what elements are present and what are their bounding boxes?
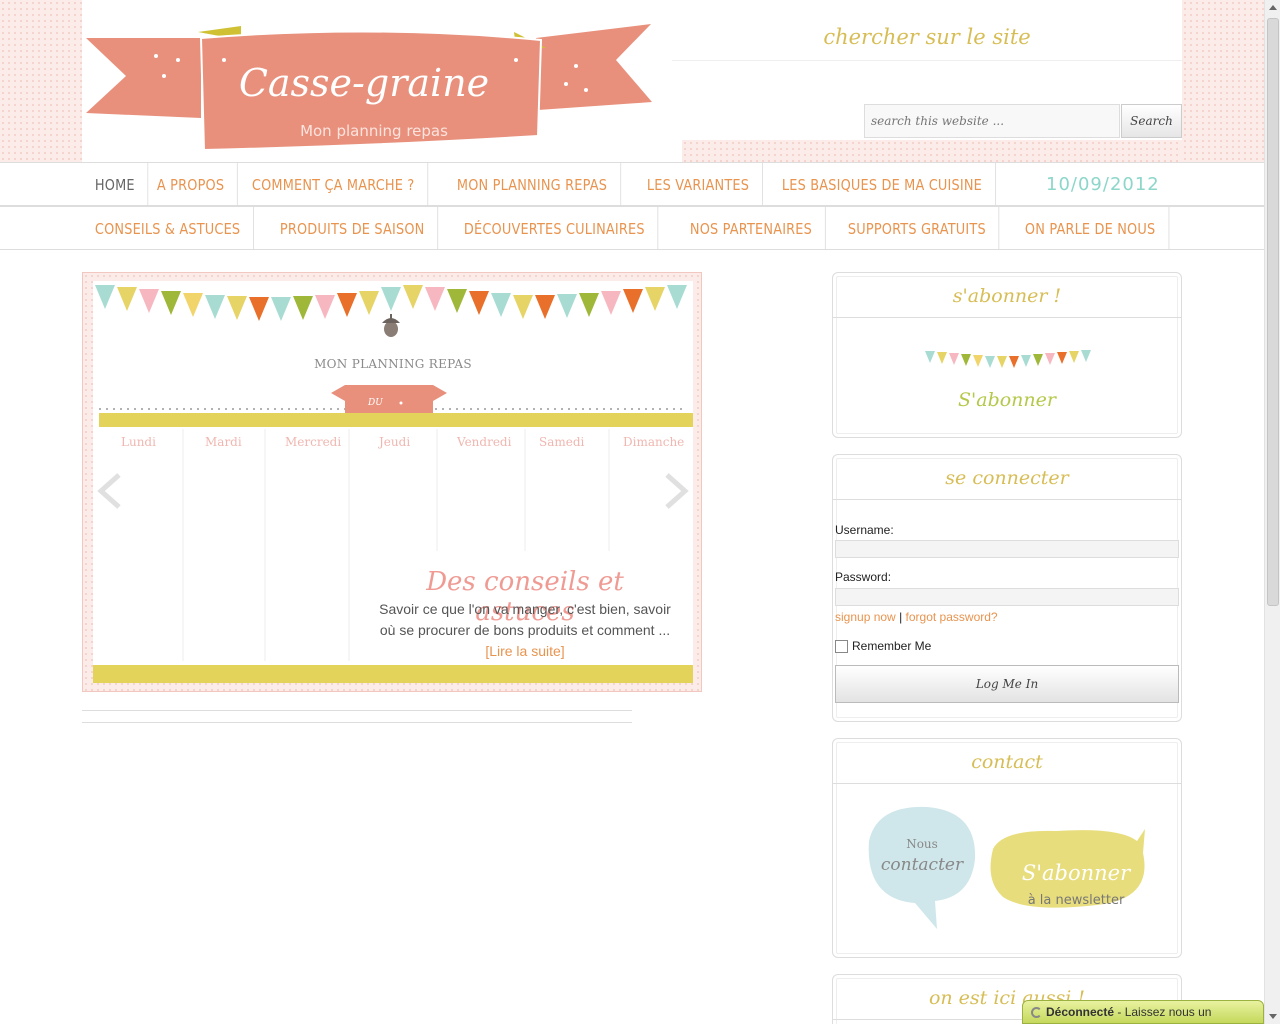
slider-next-arrow[interactable] [663,471,691,511]
nav-a-propos[interactable]: A PROPOS [144,163,239,205]
slide-card[interactable]: DU MON PLANNING REPAS Lundi Mardi Mercre… [93,281,693,683]
scroll-down-icon[interactable] [1265,1008,1280,1024]
acorn-icon [382,314,400,337]
password-input[interactable] [835,588,1179,606]
logo-title: Casse-graine [239,61,489,105]
status-notification[interactable]: Déconnecté - Laissez nous un [1022,1000,1264,1024]
secondary-nav: CONSEILS & ASTUCES PRODUITS DE SAISON DÉ… [0,206,1264,250]
content-divider [82,722,632,723]
primary-nav: HOME A PROPOS COMMENT ÇA MARCHE ? MON PL… [0,162,1264,206]
page-scrollbar[interactable] [1264,0,1280,1024]
day-label: Samedi [539,435,585,449]
nav-les-basiques[interactable]: LES BASIQUES DE MA CUISINE [769,163,996,205]
nav-home[interactable]: HOME [82,163,149,205]
remember-checkbox[interactable] [835,639,848,653]
username-input[interactable] [835,540,1179,558]
signup-link[interactable]: signup now [835,610,896,624]
day-label: Mercredi [285,435,342,449]
bunting-decoration [925,350,1091,368]
newsletter-bubble-line1[interactable]: S'abonner [993,861,1159,885]
nav-conseils-astuces[interactable]: CONSEILS & ASTUCES [82,207,255,249]
header-pattern-strip [682,140,1182,162]
search-input[interactable] [864,104,1120,138]
widget-title: s'abonner ! [833,273,1181,318]
day-label: Jeudi [379,435,411,449]
search-button[interactable]: Search [1121,104,1182,138]
login-button[interactable]: Log Me In [835,665,1179,703]
site-logo[interactable]: Casse-graine Mon planning repas [86,18,656,158]
slider-prev-arrow[interactable] [95,471,123,511]
link-separator: | [899,610,903,624]
login-widget: se connecter Username: Password: signup … [832,454,1182,722]
page: Casse-graine Mon planning repas chercher… [0,0,1264,1024]
widget-title: contact [833,739,1181,784]
search-divider [672,60,1182,62]
forgot-password-link[interactable]: forgot password? [906,610,998,624]
ribbon-text: DU [367,398,383,408]
nav-mon-planning-repas[interactable]: MON PLANNING REPAS [444,163,621,205]
read-more-link[interactable]: [Lire la suite] [485,643,564,659]
nav-comment-ca-marche[interactable]: COMMENT ÇA MARCHE ? [239,163,428,205]
newsletter-bubble-line2[interactable]: à la newsletter [993,893,1159,908]
current-date: 10/09/2012 [1046,174,1160,195]
header-pattern-right [1182,0,1264,162]
contact-bubble-line1[interactable]: Nous [869,837,975,851]
search-title: chercher sur le site [672,14,1182,61]
remember-label: Remember Me [852,639,932,653]
username-label: Username: [835,523,894,537]
scroll-up-icon[interactable] [1265,0,1280,16]
day-label: Lundi [121,435,156,449]
slide-excerpt-text: Savoir ce que l'on va manger, c'est bien… [379,601,671,638]
day-label: Vendredi [457,435,512,449]
status-text: - Laissez nous un [1114,1005,1212,1019]
nav-decouvertes-culinaires[interactable]: DÉCOUVERTES CULINAIRES [451,207,659,249]
featured-slider: DU MON PLANNING REPAS Lundi Mardi Mercre… [82,272,702,692]
content-divider [82,710,632,711]
contact-bubble-line2[interactable]: contacter [869,855,975,875]
day-label: Mardi [205,435,242,449]
day-label: Dimanche [623,435,685,449]
password-label: Password: [835,570,892,584]
planning-label: MON PLANNING REPAS [314,357,472,371]
nav-les-variantes[interactable]: LES VARIANTES [634,163,763,205]
contact-widget: contact Nous contacter S'abonner à la ne… [832,738,1182,958]
nav-produits-de-saison[interactable]: PRODUITS DE SAISON [267,207,439,249]
nav-supports-gratuits[interactable]: SUPPORTS GRATUITS [835,207,1000,249]
subscribe-link[interactable]: S'abonner [833,389,1181,411]
nav-on-parle-de-nous[interactable]: ON PARLE DE NOUS [1012,207,1169,249]
scroll-thumb[interactable] [1267,18,1279,606]
status-label: Déconnecté [1046,1005,1115,1019]
login-links: signup now | forgot password? [835,610,998,624]
widget-title: se connecter [833,455,1181,500]
nav-nos-partenaires[interactable]: NOS PARTENAIRES [677,207,827,249]
remember-me[interactable]: Remember Me [835,639,931,653]
slide-excerpt: Savoir ce que l'on va manger, c'est bien… [375,599,675,662]
status-icon [1031,1007,1042,1018]
logo-subtitle: Mon planning repas [300,122,448,140]
subscribe-widget: s'abonner ! S'abonner [832,272,1182,438]
